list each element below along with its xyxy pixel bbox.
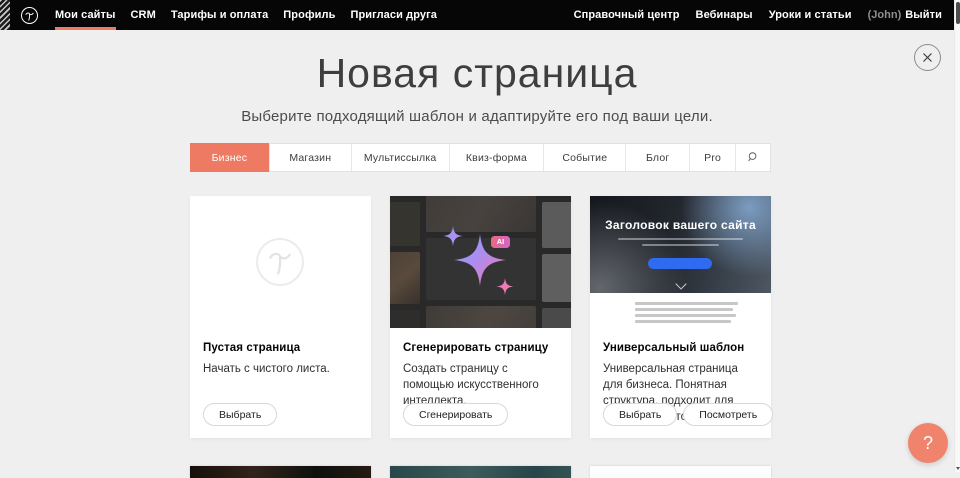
tab-multilink[interactable]: Мультиссылка (351, 144, 449, 171)
card-title: Универсальный шаблон (603, 342, 758, 354)
blank-page-select-button[interactable]: Выбрать (203, 403, 277, 426)
nav-my-sites[interactable]: Мои сайты (55, 0, 116, 30)
card-title: Сгенерировать страницу (403, 342, 558, 354)
ai-generate-button[interactable]: Сгенерировать (403, 403, 508, 426)
user-name: (John) (868, 0, 902, 30)
search-icon (747, 151, 760, 164)
card-ai-generate: AI Сгенерировать страницу Создать страни… (390, 196, 571, 438)
card-universal-template-body: Универсальный шаблон Универсальная стран… (590, 328, 771, 438)
template-hero-preview: Заголовок вашего сайта (590, 196, 771, 293)
nav-help-center[interactable]: Справочный центр (574, 0, 680, 30)
card-universal-template-image: Заголовок вашего сайта (590, 196, 771, 328)
desktop-edge-pattern (0, 0, 10, 30)
tab-store[interactable]: Магазин (269, 144, 351, 171)
scrollbar-thumb[interactable] (956, 2, 960, 24)
nav-invite-friend[interactable]: Пригласи друга (350, 0, 437, 30)
help-button[interactable]: ? (908, 423, 948, 463)
template-hero-button (648, 258, 712, 269)
card-ai-generate-body: Сгенерировать страницу Создать страницу … (390, 328, 571, 438)
page-title: Новая страница (0, 50, 954, 97)
tilda-logo-icon (24, 10, 35, 22)
next-row-card-1[interactable] (190, 466, 371, 478)
tilda-placeholder-logo-icon (256, 238, 304, 286)
card-description: Создать страницу с помощью искусственног… (403, 361, 558, 409)
card-blank-page: Пустая страница Начать с чистого листа. … (190, 196, 371, 438)
card-description: Начать с чистого листа. (203, 361, 358, 377)
tab-quiz-form[interactable]: Квиз-форма (449, 144, 544, 171)
tab-event[interactable]: Событие (543, 144, 625, 171)
tab-search[interactable] (735, 144, 770, 171)
universal-select-button[interactable]: Выбрать (603, 403, 677, 426)
card-ai-generate-image: AI (390, 196, 571, 328)
page-subtitle: Выберите подходящий шаблон и адаптируйте… (0, 108, 954, 125)
scrollbar-track[interactable] (954, 0, 960, 472)
card-title: Пустая страница (203, 342, 358, 354)
topbar: Мои сайты CRM Тарифы и оплата Профиль Пр… (0, 0, 954, 30)
card-universal-template: Заголовок вашего сайта Универсальный шаб… (590, 196, 771, 438)
topbar-nav-right: Справочный центр Вебинары Уроки и статьи… (574, 0, 942, 30)
template-hero-heading: Заголовок вашего сайта (590, 218, 771, 232)
nav-profile[interactable]: Профиль (283, 0, 335, 30)
universal-preview-button[interactable]: Посмотреть (683, 403, 773, 426)
topbar-nav-left: Мои сайты CRM Тарифы и оплата Профиль Пр… (55, 0, 437, 30)
card-blank-page-body: Пустая страница Начать с чистого листа. … (190, 328, 371, 438)
template-category-tabs: Бизнес Магазин Мультиссылка Квиз-форма С… (190, 143, 771, 172)
ai-badge: AI (491, 236, 510, 248)
nav-crm[interactable]: CRM (131, 0, 156, 30)
user-area: (John) Выйти (868, 0, 942, 30)
scrollbar-arrow-down-icon[interactable] (956, 467, 960, 470)
tab-business[interactable]: Бизнес (190, 143, 269, 172)
template-text-preview (635, 302, 738, 326)
nav-tariffs[interactable]: Тарифы и оплата (171, 0, 268, 30)
card-blank-page-image (190, 196, 371, 328)
ai-sparkles-icon (438, 222, 524, 308)
nav-webinars[interactable]: Вебинары (696, 0, 753, 30)
logout-link[interactable]: Выйти (905, 0, 942, 30)
chevron-down-icon (675, 278, 686, 289)
tab-pro[interactable]: Pro (689, 144, 735, 171)
tilda-logo[interactable] (21, 7, 38, 24)
nav-lessons[interactable]: Уроки и статьи (769, 0, 852, 30)
tab-blog[interactable]: Блог (625, 144, 689, 171)
next-row-card-2[interactable] (390, 466, 571, 478)
next-row-card-3[interactable] (590, 466, 771, 478)
